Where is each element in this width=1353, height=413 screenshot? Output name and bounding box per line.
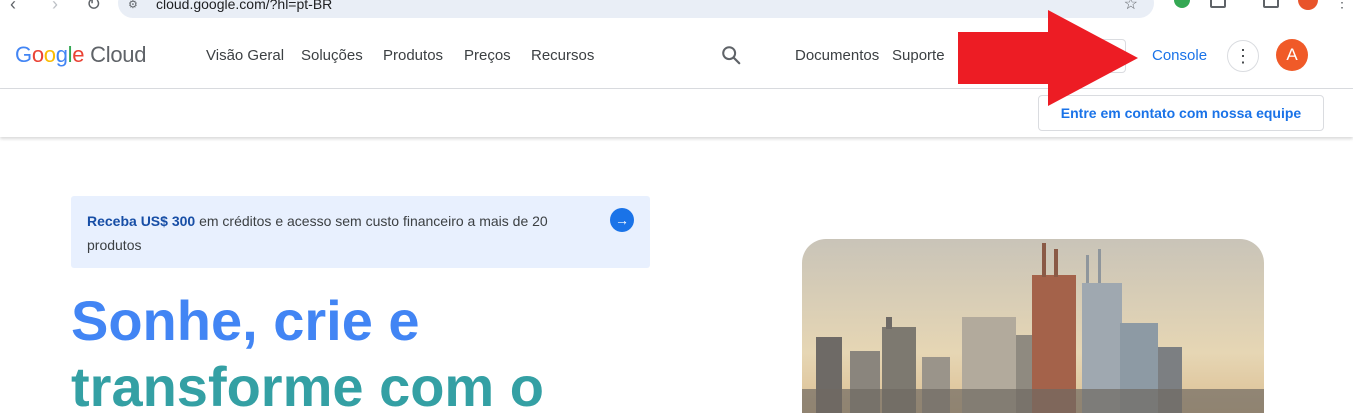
nav-item-recursos[interactable]: Recursos — [531, 47, 594, 64]
logo-letter: o — [31, 42, 44, 67]
red-arrow-icon — [958, 10, 1138, 106]
chrome-menu-icon[interactable]: ⋮ — [1335, 0, 1349, 11]
promo-highlight: Receba US$ 300 — [87, 213, 196, 229]
chrome-profile-avatar[interactable] — [1298, 0, 1318, 10]
browser-chrome: ‹ › ↻ ⚙ cloud.google.com/?hl=pt-BR ☆ ⋮ — [0, 0, 1353, 22]
nav-item-produtos[interactable]: Produtos — [383, 47, 443, 64]
hero-heading: Sonhe, crie e transforme com o — [71, 288, 544, 413]
logo-letter: g — [55, 42, 68, 67]
search-icon[interactable] — [720, 44, 742, 66]
support-link[interactable]: Suporte — [892, 47, 945, 64]
forward-icon[interactable]: › — [52, 0, 58, 15]
arrow-right-icon: → — [615, 212, 629, 228]
extensions-puzzle-icon[interactable] — [1210, 0, 1226, 8]
more-options-button[interactable]: ⋮ — [1227, 40, 1259, 72]
site-info-icon[interactable]: ⚙ — [128, 0, 138, 11]
nav-item-solucoes[interactable]: Soluções — [301, 47, 363, 64]
avatar-letter: A — [1286, 45, 1298, 64]
side-panel-icon[interactable] — [1263, 0, 1279, 8]
contact-team-label: Entre em contato com nossa equipe — [1060, 105, 1302, 121]
site-header: Google Cloud Visão Geral Soluções Produto… — [0, 22, 1353, 89]
docs-link[interactable]: Documentos — [795, 47, 879, 64]
promo-arrow-button[interactable]: → — [610, 208, 634, 232]
hero-line-2: transforme com o — [71, 355, 544, 413]
logo-letter: o — [43, 42, 56, 67]
url-text[interactable]: cloud.google.com/?hl=pt-BR — [156, 0, 332, 12]
logo-letter: e — [72, 42, 85, 67]
back-icon[interactable]: ‹ — [10, 0, 16, 15]
hero-line-1: Sonhe, crie e — [71, 289, 420, 352]
extension-icon[interactable] — [1174, 0, 1190, 8]
city-skyline-image — [802, 239, 1264, 413]
logo-cloud-text: Cloud — [90, 42, 147, 67]
logo-letter: G — [15, 42, 32, 67]
user-avatar[interactable]: A — [1276, 39, 1308, 71]
console-link[interactable]: Console — [1152, 47, 1207, 64]
reload-icon[interactable]: ↻ — [86, 0, 101, 15]
promo-banner[interactable]: Receba US$ 300 em créditos e acesso sem … — [71, 196, 650, 268]
more-vert-icon: ⋮ — [1234, 46, 1252, 66]
google-cloud-logo[interactable]: Google Cloud — [15, 42, 146, 68]
nav-item-visao-geral[interactable]: Visão Geral — [206, 47, 284, 64]
sub-header: Entre em contato com nossa equipe — [0, 89, 1353, 137]
nav-item-precos[interactable]: Preços — [464, 47, 511, 64]
